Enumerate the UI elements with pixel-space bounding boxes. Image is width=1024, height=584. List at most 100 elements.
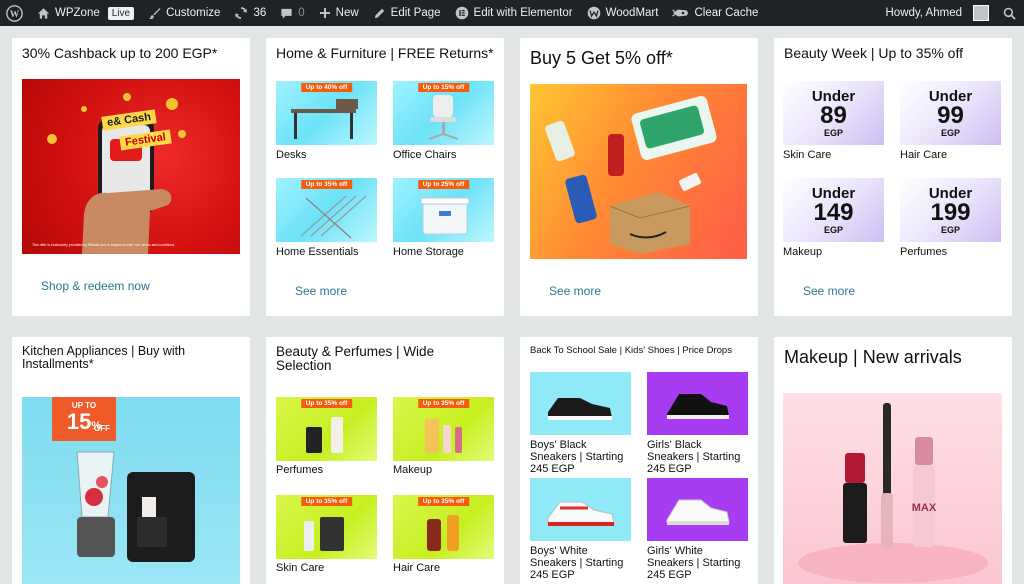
customize-button[interactable]: Customize <box>141 0 227 26</box>
home-icon <box>37 7 50 19</box>
clear-cache-label: Clear Cache <box>694 7 759 19</box>
tile-girls-white-sneakers[interactable]: Girls' White Sneakers | Starting 245 EGP <box>647 478 748 581</box>
black-shoe-illustration <box>667 394 729 419</box>
comment-icon <box>281 8 292 19</box>
avatar <box>973 5 989 21</box>
card-home-furniture: Home & Furniture | FREE Returns* Up to 4… <box>266 38 504 316</box>
tile-boys-black-sneakers[interactable]: Boys' Black Sneakers | Starting 245 EGP <box>530 372 631 475</box>
appliances-illustration <box>76 451 195 562</box>
price-value: 149 <box>813 198 854 226</box>
tile-label: Boys' White Sneakers | Starting 245 EGP <box>530 545 624 581</box>
tile-girls-black-sneakers[interactable]: Girls' Black Sneakers | Starting 245 EGP <box>647 372 748 475</box>
updates-button[interactable]: 36 <box>227 0 273 26</box>
card-title[interactable]: Kitchen Appliances | Buy with Installmen… <box>22 345 222 371</box>
price-currency: EGP <box>823 224 843 235</box>
tile-label: Girls' Black Sneakers | Starting 245 EGP <box>647 439 741 475</box>
tile-label: Perfumes <box>900 246 948 258</box>
cashback-banner[interactable]: This offer is exclusively provided by Et… <box>22 79 240 254</box>
tile-perfumes[interactable]: Up to 35% off Perfumes <box>276 397 377 477</box>
tile-label: Office Chairs <box>393 149 457 161</box>
black-shoe-illustration <box>548 398 612 420</box>
live-badge: Live <box>107 6 135 20</box>
price-value: 199 <box>930 198 971 226</box>
updates-icon <box>235 7 248 19</box>
card-title[interactable]: Beauty & Perfumes | Wide Selection <box>276 345 466 373</box>
user-account-menu[interactable]: Howdy, Ahmed <box>879 0 997 26</box>
edit-page-button[interactable]: Edit Page <box>366 0 448 26</box>
chair-illustration <box>428 95 459 140</box>
admin-search-button[interactable] <box>996 0 1024 26</box>
tile-label: Makeup <box>393 464 433 476</box>
pencil-icon <box>374 8 384 18</box>
price-tile: Under 89 EGP <box>783 81 884 145</box>
plus-icon <box>319 8 330 18</box>
tile-makeup[interactable]: Under 149 EGP Makeup <box>783 178 884 258</box>
card-title[interactable]: Back To School Sale | Kids' Shoes | Pric… <box>530 345 732 356</box>
tile-label: Skin Care <box>276 562 325 574</box>
tile-makeup[interactable]: Up to 35% off Makeup <box>393 397 494 477</box>
tile-image <box>530 478 631 541</box>
see-more-link[interactable]: See more <box>803 284 855 298</box>
wordpress-menu[interactable]: W <box>0 0 30 26</box>
tile-skin-care[interactable]: Under 89 EGP Skin Care <box>783 81 884 161</box>
card-title[interactable]: Home & Furniture | FREE Returns* <box>276 46 494 60</box>
see-more-link[interactable]: See more <box>549 284 601 298</box>
tile-label: Hair Care <box>393 562 441 574</box>
card-beauty-week: Beauty Week | Up to 35% off Under 89 EGP… <box>774 38 1012 316</box>
makeup-illustration <box>425 419 462 453</box>
tile-home-essentials[interactable]: Up to 35% off Home Essentials <box>276 178 377 258</box>
card-title[interactable]: Buy 5 Get 5% off* <box>530 48 673 68</box>
skincare-illustration <box>304 517 344 551</box>
tile-label: Home Storage <box>393 246 464 258</box>
edit-elementor-button[interactable]: Edit with Elementor <box>448 0 580 26</box>
tile-boys-white-sneakers[interactable]: Boys' White Sneakers | Starting 245 EGP <box>530 478 631 581</box>
perfume-illustration <box>306 417 343 453</box>
storage-box-illustration <box>420 197 470 235</box>
card-title[interactable]: Beauty Week | Up to 35% off <box>784 46 963 60</box>
buy5-banner[interactable] <box>530 84 747 259</box>
price-currency: EGP <box>940 127 960 138</box>
wordpress-icon: W <box>6 4 23 22</box>
tile-image: Up to 35% off <box>393 397 494 461</box>
makeup-banner[interactable]: MAX <box>783 393 1002 584</box>
tile-hair-care[interactable]: Up to 35% off Hair Care <box>393 495 494 575</box>
price-currency: EGP <box>940 224 960 235</box>
edit-page-label: Edit Page <box>390 7 441 19</box>
tile-label: Boys' Black Sneakers | Starting 245 EGP <box>530 439 624 475</box>
tile-label: Desks <box>276 149 307 161</box>
search-icon <box>1003 7 1016 20</box>
tile-hair-care[interactable]: Under 99 EGP Hair Care <box>900 81 1001 161</box>
shop-redeem-link[interactable]: Shop & redeem now <box>41 279 150 293</box>
card-title[interactable]: 30% Cashback up to 200 EGP* <box>22 46 217 60</box>
card-cashback: 30% Cashback up to 200 EGP* This offer i… <box>12 38 250 316</box>
comments-button[interactable]: 0 <box>273 0 311 26</box>
price-tile: Under 99 EGP <box>900 81 1001 145</box>
clear-cache-button[interactable]: Clear Cache <box>665 0 765 26</box>
tile-image: Up to 40% off <box>276 81 377 145</box>
brush-icon <box>149 7 161 19</box>
tile-home-storage[interactable]: Up to 25% off Home Storage <box>393 178 494 258</box>
haircare-illustration <box>427 515 459 551</box>
woodmart-menu[interactable]: WoodMart <box>580 0 666 26</box>
tile-perfumes[interactable]: Under 199 EGP Perfumes <box>900 178 1001 258</box>
site-name-menu[interactable]: WPZone Live <box>30 0 141 26</box>
tile-image: Up to 35% off <box>276 397 377 461</box>
phone-hand-illustration: This offer is exclusively provided by Et… <box>32 93 186 254</box>
new-content-button[interactable]: New <box>312 0 366 26</box>
tile-office-chairs[interactable]: Up to 15% off Office Chairs <box>393 81 494 161</box>
edit-elementor-label: Edit with Elementor <box>473 7 573 19</box>
tile-label: Girls' White Sneakers | Starting 245 EGP <box>647 545 741 581</box>
tile-label: Skin Care <box>783 149 832 161</box>
tile-image <box>647 478 748 541</box>
svg-text:W: W <box>10 9 20 19</box>
tile-image: Up to 35% off <box>393 495 494 559</box>
card-title[interactable]: Makeup | New arrivals <box>784 347 962 367</box>
kitchen-banner[interactable]: UP TO 15% OFF <box>22 397 240 584</box>
card-back-to-school: Back To School Sale | Kids' Shoes | Pric… <box>520 337 758 584</box>
svg-text:This offer is exclusively prov: This offer is exclusively provided by Et… <box>32 243 175 247</box>
elementor-icon <box>455 6 468 20</box>
see-more-link[interactable]: See more <box>295 284 347 298</box>
tile-skin-care[interactable]: Up to 35% off Skin Care <box>276 495 377 575</box>
price-value: 99 <box>937 101 964 129</box>
tile-desks[interactable]: Up to 40% off Desks <box>276 81 377 161</box>
